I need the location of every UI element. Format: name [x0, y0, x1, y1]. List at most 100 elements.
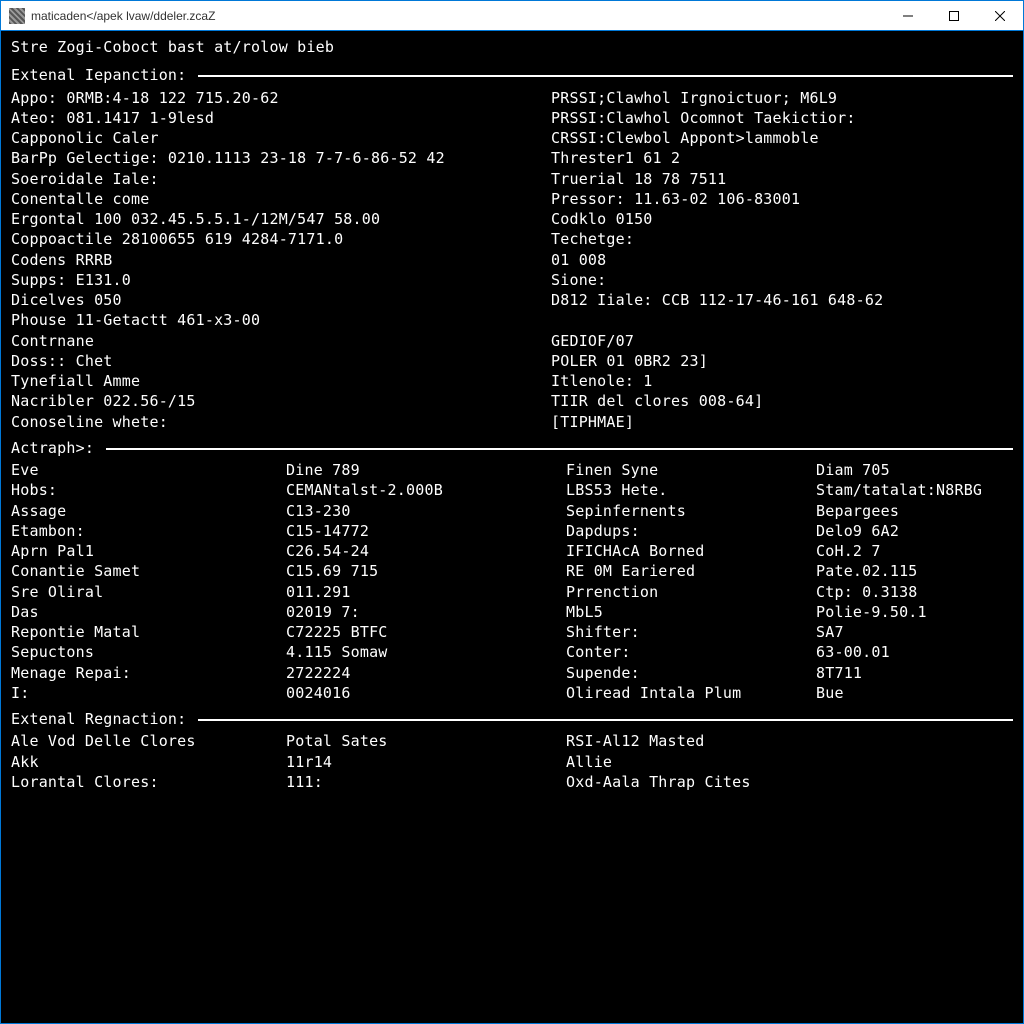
info-line: Sione: [551, 270, 1013, 290]
reg-col-2: Potal Sates 11r14 111: [286, 731, 566, 792]
atraph-col-3: Finen Syne LBS53 Hete. Sepinfernents Dap… [566, 460, 816, 703]
info-line: Phouse 11-Getactt 461-x3-00 [11, 310, 551, 330]
reg-col-3: RSI-Al12 Masted Allie Oxd-Aala Thrap Cit… [566, 731, 816, 792]
table-cell: Dapdups: [566, 521, 816, 541]
info-line: Nacribler 022.56-/15 [11, 391, 551, 411]
table-cell: RE 0M Eariered [566, 561, 816, 581]
table-cell: Lorantal Clores: [11, 772, 286, 792]
info-line: Capponolic Caler [11, 128, 551, 148]
table-cell: Repontie Matal [11, 622, 286, 642]
table-cell: Sepuctons [11, 642, 286, 662]
table-cell: Shifter: [566, 622, 816, 642]
info-line: Itlenole: 1 [551, 371, 1013, 391]
info-line: Techetge: [551, 229, 1013, 249]
info-line: Conentalle come [11, 189, 551, 209]
table-cell: 4.115 Somaw [286, 642, 566, 662]
table-cell: 8T711 [816, 663, 1013, 683]
info-line: Codklo 0150 [551, 209, 1013, 229]
table-cell: CoH.2 7 [816, 541, 1013, 561]
table-cell: Allie [566, 752, 816, 772]
info-line: Ergontal 100 032.45.5.5.1-/12M/547 58.00 [11, 209, 551, 229]
table-cell: MbL5 [566, 602, 816, 622]
table-cell: Finen Syne [566, 460, 816, 480]
atraph-col-4: Diam 705 Stam/tatalat:N8RBG Bepargees De… [816, 460, 1013, 703]
table-cell: Assage [11, 501, 286, 521]
table-cell: SA7 [816, 622, 1013, 642]
info-line: Conoseline whete: [11, 412, 551, 432]
close-button[interactable] [977, 1, 1023, 31]
table-cell: RSI-Al12 Masted [566, 731, 816, 751]
titlebar: maticaden</apek lvaw/ddeler.zcaZ [1, 1, 1023, 31]
info-col-left: Appo: 0RMB:4-18 122 715.20-62 Ateo: 081.… [11, 88, 551, 432]
section-label: Extenal Iepanction: [11, 65, 186, 85]
table-cell: 63-00.01 [816, 642, 1013, 662]
table-cell: Oxd-Aala Thrap Cites [566, 772, 816, 792]
table-cell: C13-230 [286, 501, 566, 521]
table-cell: IFICHAcA Borned [566, 541, 816, 561]
table-cell: Delo9 6A2 [816, 521, 1013, 541]
table-cell: Prrenction [566, 582, 816, 602]
reg-col-1: Ale Vod Delle Clores Akk Lorantal Clores… [11, 731, 286, 792]
atraph-col-2: Dine 789 CEMANtalst-2.000B C13-230 C15-1… [286, 460, 566, 703]
info-line: Coppoactile 28100655 619 4284-7171.0 [11, 229, 551, 249]
table-cell: Menage Repai: [11, 663, 286, 683]
atraph-four-column: Eve Hobs: Assage Etambon: Aprn Pal1 Cona… [11, 460, 1013, 703]
table-cell: 11r14 [286, 752, 566, 772]
terminal-header: Stre Zogi-Coboct bast at/rolow bieb [11, 37, 1013, 57]
section-rule [198, 75, 1013, 77]
table-cell: Ale Vod Delle Clores [11, 731, 286, 751]
info-line: D812 Iiale: CCB 112-17-46-161 648-62 [551, 290, 1013, 310]
table-cell: C26.54-24 [286, 541, 566, 561]
info-col-right: PRSSI;Clawhol Irgnoictuor; M6L9 PRSSI:Cl… [551, 88, 1013, 432]
info-line: Appo: 0RMB:4-18 122 715.20-62 [11, 88, 551, 108]
reg-col-4 [816, 731, 1013, 792]
table-cell: Bue [816, 683, 1013, 703]
minimize-button[interactable] [885, 1, 931, 31]
section-rule [106, 448, 1013, 450]
reg-three-column: Ale Vod Delle Clores Akk Lorantal Clores… [11, 731, 1013, 792]
maximize-button[interactable] [931, 1, 977, 31]
table-cell: Conantie Samet [11, 561, 286, 581]
table-cell: LBS53 Hete. [566, 480, 816, 500]
table-cell: Etambon: [11, 521, 286, 541]
minimize-icon [903, 11, 913, 21]
table-cell: Potal Sates [286, 731, 566, 751]
table-cell: 2722224 [286, 663, 566, 683]
table-cell: 0024016 [286, 683, 566, 703]
info-line: PRSSI:Clawhol Ocomnot Taekictior: [551, 108, 1013, 128]
info-line: POLER 01 0BR2 23] [551, 351, 1013, 371]
info-line: GEDIOF/07 [551, 331, 1013, 351]
info-line: Tynefiall Amme [11, 371, 551, 391]
table-cell: Hobs: [11, 480, 286, 500]
section-label: Actraph>: [11, 438, 94, 458]
section-rule [198, 719, 1013, 721]
table-cell: Bepargees [816, 501, 1013, 521]
section-external-regnaction: Extenal Regnaction: [11, 709, 1013, 729]
table-cell: Oliread Intala Plum [566, 683, 816, 703]
info-line: Dicelves 050 [11, 290, 551, 310]
info-line: Threster1 61 2 [551, 148, 1013, 168]
table-cell: Ctp: 0.3138 [816, 582, 1013, 602]
terminal-body[interactable]: Stre Zogi-Coboct bast at/rolow bieb Exte… [1, 31, 1023, 1023]
table-cell: Eve [11, 460, 286, 480]
table-cell: I: [11, 683, 286, 703]
atraph-col-1: Eve Hobs: Assage Etambon: Aprn Pal1 Cona… [11, 460, 286, 703]
info-line: Pressor: 11.63-02 106-83001 [551, 189, 1013, 209]
info-two-column: Appo: 0RMB:4-18 122 715.20-62 Ateo: 081.… [11, 88, 1013, 432]
table-cell: Das [11, 602, 286, 622]
table-cell: Diam 705 [816, 460, 1013, 480]
table-cell: Sepinfernents [566, 501, 816, 521]
info-line: Contrnane [11, 331, 551, 351]
table-cell: 011.291 [286, 582, 566, 602]
table-cell: Sre Oliral [11, 582, 286, 602]
info-line: Truerial 18 78 7511 [551, 169, 1013, 189]
info-line: Codens RRRB [11, 250, 551, 270]
table-cell: Pate.02.115 [816, 561, 1013, 581]
table-cell: C15.69 715 [286, 561, 566, 581]
table-cell: Stam/tatalat:N8RBG [816, 480, 1013, 500]
info-line: Soeroidale Iale: [11, 169, 551, 189]
section-label: Extenal Regnaction: [11, 709, 186, 729]
maximize-icon [949, 11, 959, 21]
table-cell: Dine 789 [286, 460, 566, 480]
info-line: 01 008 [551, 250, 1013, 270]
